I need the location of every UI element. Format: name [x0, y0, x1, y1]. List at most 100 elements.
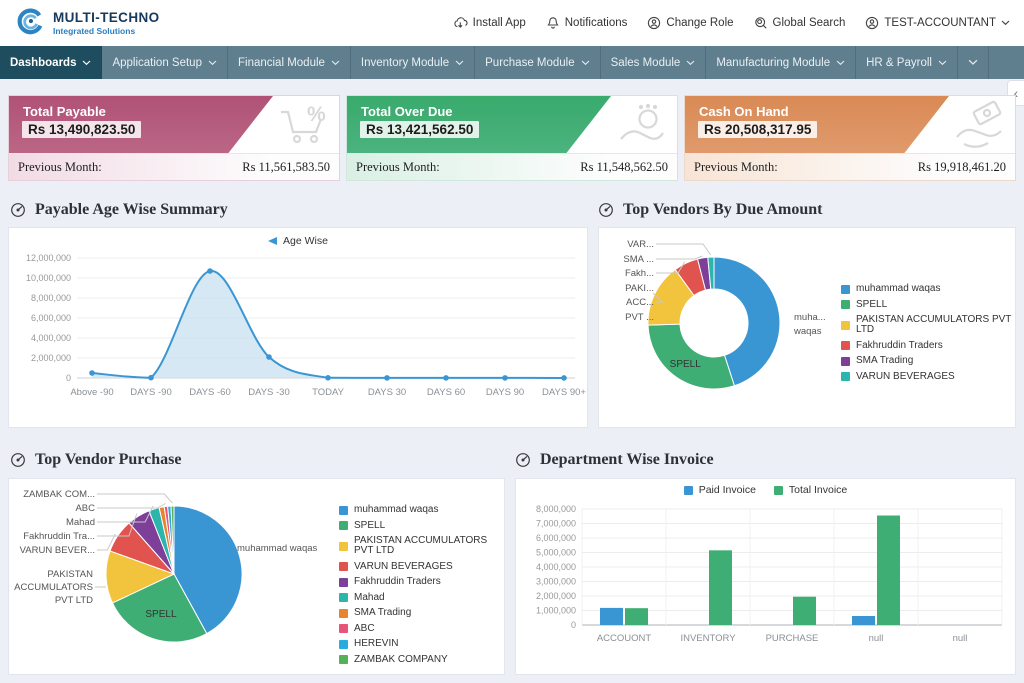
legend-item[interactable]: SMA Trading — [339, 608, 504, 618]
bar-chart-svg: 01,000,0002,000,0003,000,0004,000,0005,0… — [516, 479, 1015, 674]
kpi-value: Rs 13,421,562.50 — [360, 121, 479, 138]
bell-icon — [546, 16, 560, 30]
data-point[interactable] — [502, 375, 508, 381]
chart-text: DAYS -30 — [248, 387, 290, 398]
bar-total-invoice[interactable] — [625, 608, 648, 625]
legend-item[interactable]: SPELL — [339, 521, 504, 531]
global-search-button[interactable]: Global Search — [754, 16, 846, 30]
legend-item[interactable]: ZAMBAK COMPANY — [339, 655, 504, 665]
logo-icon — [14, 6, 46, 41]
legend-label: SPELL — [354, 521, 385, 531]
user-menu[interactable]: TEST-ACCOUNTANT — [865, 16, 1010, 30]
tab-sales-module[interactable]: Sales Module — [601, 46, 707, 79]
legend-item[interactable]: PAKISTAN ACCUMULATORS PVT LTD — [339, 536, 504, 556]
data-point[interactable] — [89, 370, 95, 376]
tab-hr-payroll[interactable]: HR & Payroll — [856, 46, 958, 79]
data-point[interactable] — [207, 268, 213, 274]
notifications-button[interactable]: Notifications — [546, 16, 628, 30]
slice-spell[interactable] — [648, 324, 734, 389]
previous-month-label: Previous Month: — [18, 160, 102, 175]
bar-total-invoice[interactable] — [877, 516, 900, 625]
data-point[interactable] — [325, 375, 331, 381]
legend-item[interactable]: HEREVIN — [339, 639, 504, 649]
header-utilities: Install App Notifications — [453, 16, 1010, 30]
chart-text: DAYS 30 — [368, 387, 406, 398]
legend-item[interactable]: PAKISTAN ACCUMULATORS PVT LTD — [841, 315, 1015, 335]
tab-dashboards[interactable]: Dashboards — [0, 46, 102, 79]
area-chart-svg: 02,000,0004,000,0006,000,0008,000,00010,… — [9, 228, 587, 427]
legend-swatch — [339, 562, 348, 571]
logo[interactable]: MULTI-TECHNO Integrated Solutions — [14, 6, 160, 41]
bar-total-invoice[interactable] — [793, 597, 816, 625]
change-role-button[interactable]: Change Role — [647, 16, 733, 30]
legend-item[interactable]: Total Invoice — [774, 485, 847, 495]
legend-item[interactable]: SPELL — [841, 300, 1015, 310]
legend-label: Fakhruddin Traders — [354, 577, 441, 587]
tab-inventory-module[interactable]: Inventory Module — [351, 46, 475, 79]
chart-text: ZAMBAK COM... — [23, 489, 95, 500]
tab-purchase-module[interactable]: Purchase Module — [475, 46, 601, 79]
legend-label: VARUN BEVERAGES — [856, 372, 955, 382]
chart-text: 8,000,000 — [536, 504, 576, 514]
legend-item[interactable]: Fakhruddin Traders — [841, 341, 1015, 351]
legend-label: HEREVIN — [354, 639, 398, 649]
hand-coin-icon — [611, 99, 669, 156]
data-point[interactable] — [266, 354, 272, 360]
chevron-down-icon — [581, 60, 590, 66]
gauge-icon — [10, 202, 26, 218]
legend-label: Fakhruddin Traders — [856, 341, 943, 351]
legend-item[interactable]: ABC — [339, 624, 504, 634]
data-point[interactable] — [148, 375, 154, 381]
chart-text: ACCUMULATORS — [14, 582, 93, 593]
legend-item[interactable]: SMA Trading — [841, 356, 1015, 366]
data-point[interactable] — [443, 375, 449, 381]
search-circle-icon — [754, 16, 768, 30]
legend-swatch — [268, 237, 277, 245]
gauge-icon — [10, 452, 26, 468]
legend-item[interactable]: Age Wise — [268, 236, 328, 246]
change-role-label: Change Role — [666, 17, 733, 29]
legend-swatch — [841, 372, 850, 381]
chart-text: SPELL — [145, 609, 177, 620]
data-point[interactable] — [561, 375, 567, 381]
chart-text: DAYS 90 — [486, 387, 524, 398]
legend-item[interactable]: VARUN BEVERAGES — [841, 372, 1015, 382]
tab-label: Application Setup — [112, 57, 202, 69]
data-point[interactable] — [384, 375, 390, 381]
tab-manufacturing-module[interactable]: Manufacturing Module — [706, 46, 856, 79]
bar-paid-invoice[interactable] — [600, 608, 623, 625]
chart-text: Fakh... — [625, 268, 654, 279]
legend-label: ZAMBAK COMPANY — [354, 655, 448, 665]
legend-item[interactable]: Mahad — [339, 593, 504, 603]
chart-text: 2,000,000 — [536, 591, 576, 601]
legend-swatch — [339, 640, 348, 649]
bar-paid-invoice[interactable] — [852, 616, 875, 625]
install-app-button[interactable]: Install App — [453, 16, 526, 30]
bar-total-invoice[interactable] — [709, 550, 732, 625]
tab-financial-module[interactable]: Financial Module — [228, 46, 351, 79]
chart-text: INVENTORY — [680, 633, 736, 644]
kpi-title: Cash On Hand — [699, 104, 789, 119]
tab-label: HR & Payroll — [866, 57, 932, 69]
gauge-icon — [598, 202, 614, 218]
section-title-payable-age-wise: Payable Age Wise Summary — [10, 201, 228, 219]
legend-label: Age Wise — [283, 236, 328, 246]
legend-item[interactable]: Paid Invoice — [684, 485, 756, 495]
legend-item[interactable]: muhammad waqas — [339, 505, 504, 515]
label-leader-line — [656, 244, 711, 255]
chevron-down-icon — [836, 60, 845, 66]
tab-application-setup[interactable]: Application Setup — [102, 46, 228, 79]
legend-item[interactable]: muhammad waqas — [841, 284, 1015, 294]
legend-item[interactable]: VARUN BEVERAGES — [339, 562, 504, 572]
legend-item[interactable]: Fakhruddin Traders — [339, 577, 504, 587]
tab-more[interactable] — [958, 46, 989, 79]
chart-text: Mahad — [66, 517, 95, 528]
kpi-card-total-over-due: Total Over Due Rs 13,421,562.50 Previous… — [346, 95, 678, 181]
area-line — [92, 271, 564, 378]
chart-text: VAR... — [627, 239, 654, 250]
chart-text: 3,000,000 — [536, 577, 576, 587]
chevron-down-icon — [455, 60, 464, 66]
chart-text: DAYS 60 — [427, 387, 465, 398]
label-leader-line — [97, 504, 166, 509]
section-title-department-wise-invoice: Department Wise Invoice — [515, 451, 714, 469]
